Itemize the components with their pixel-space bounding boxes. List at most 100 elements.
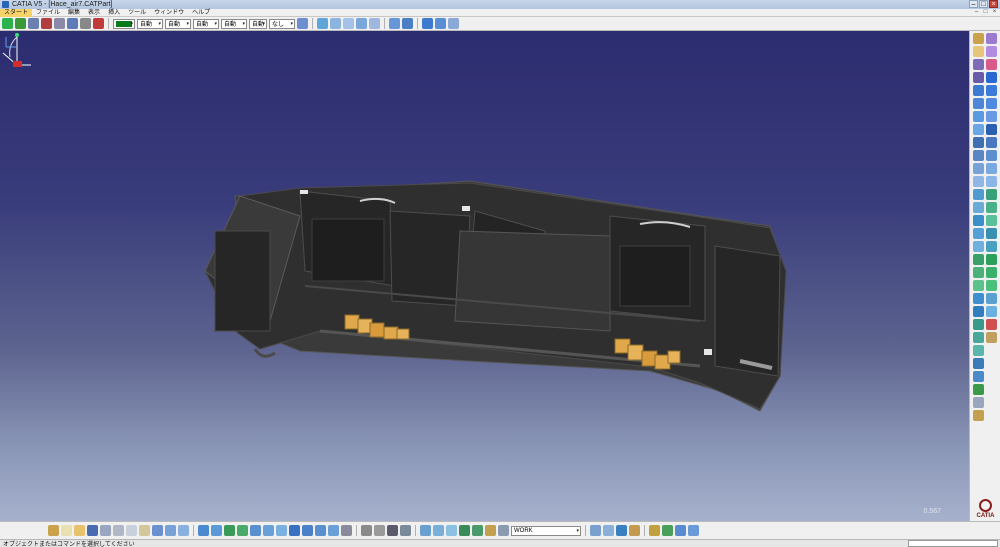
formula-icon[interactable] (435, 18, 446, 29)
chamfer-icon[interactable] (986, 176, 997, 187)
pattern-part-icon[interactable] (986, 267, 997, 278)
grid-snap-icon[interactable] (420, 525, 431, 536)
pattern-icon[interactable] (343, 18, 354, 29)
menu-help[interactable]: ヘルプ (188, 9, 214, 17)
open-icon[interactable] (74, 525, 85, 536)
grid-icon[interactable] (369, 18, 380, 29)
hide-show-icon[interactable] (328, 525, 339, 536)
lock-icon[interactable] (485, 525, 496, 536)
connect-icon[interactable] (973, 319, 984, 330)
options-icon[interactable] (374, 525, 385, 536)
rotate-view-icon[interactable] (237, 525, 248, 536)
menu-file[interactable]: ファイル (32, 9, 64, 17)
pad-icon[interactable] (986, 33, 997, 44)
transparency-combo[interactable]: 自動 ▾ (137, 18, 163, 29)
boundary-icon[interactable] (973, 202, 984, 213)
zoom-in-icon[interactable] (250, 525, 261, 536)
doc-close-button[interactable]: × (991, 9, 998, 16)
print-icon[interactable] (100, 525, 111, 536)
fit-all-icon[interactable] (211, 525, 222, 536)
fly-mode-icon[interactable] (198, 525, 209, 536)
select-icon[interactable] (2, 18, 13, 29)
menu-start[interactable]: スタート (0, 8, 33, 17)
inertia-icon[interactable] (616, 525, 627, 536)
assemble-icon[interactable] (986, 306, 997, 317)
measure-between-icon[interactable] (603, 525, 614, 536)
doc-minimize-button[interactable]: – (973, 9, 980, 16)
workbench-icon[interactable] (48, 525, 59, 536)
iso-view-icon[interactable] (302, 525, 313, 536)
extrude-icon[interactable] (973, 85, 984, 96)
product-icon[interactable] (973, 371, 984, 382)
extract-icon[interactable] (973, 215, 984, 226)
snapshot-icon[interactable] (400, 525, 411, 536)
remove-icon[interactable] (986, 319, 997, 330)
visualization-icon[interactable] (973, 397, 984, 408)
doc-restore-button[interactable]: □ (982, 9, 989, 16)
split-icon[interactable] (973, 176, 984, 187)
cut-icon[interactable] (113, 525, 124, 536)
catalog-icon[interactable] (54, 18, 65, 29)
sweep-icon[interactable] (973, 111, 984, 122)
rib-icon[interactable] (986, 98, 997, 109)
snap-icon[interactable] (28, 18, 39, 29)
move-icon[interactable] (15, 18, 26, 29)
render-style-combo[interactable]: 自動 ▾ (249, 18, 267, 29)
knowledge-advisor-icon[interactable] (649, 525, 660, 536)
rotate-icon[interactable] (973, 254, 984, 265)
menu-window[interactable]: ウィンドウ (150, 9, 188, 17)
thickness-icon[interactable] (986, 202, 997, 213)
solid-combine-icon[interactable] (986, 150, 997, 161)
capture-icon[interactable] (387, 525, 398, 536)
layer-combo[interactable]: WORK ▾ (511, 525, 581, 536)
reaction-icon[interactable] (662, 525, 673, 536)
sync-icon[interactable] (472, 525, 483, 536)
undo-icon[interactable] (152, 525, 163, 536)
knowledge-icon[interactable] (422, 18, 433, 29)
whats-this-icon[interactable] (178, 525, 189, 536)
3d-viewport[interactable]: 0.567 (0, 31, 969, 521)
surface-check-icon[interactable] (973, 345, 984, 356)
multi-pad-icon[interactable] (986, 137, 997, 148)
paint-icon[interactable] (297, 18, 308, 29)
menu-view[interactable]: 表示 (84, 9, 104, 17)
pocket-icon[interactable] (986, 46, 997, 57)
plane-icon[interactable] (973, 72, 984, 83)
scale-icon[interactable] (973, 280, 984, 291)
tools-icon[interactable] (361, 525, 372, 536)
pan-icon[interactable] (224, 525, 235, 536)
sketcher-icon[interactable] (973, 33, 984, 44)
compass-toggle-icon[interactable] (433, 525, 444, 536)
apply-icon[interactable] (459, 525, 470, 536)
replace-face-icon[interactable] (986, 241, 997, 252)
menu-insert[interactable]: 挿入 (104, 9, 124, 17)
swap-visible-icon[interactable] (341, 525, 352, 536)
redo-icon[interactable] (165, 525, 176, 536)
maximize-button[interactable]: □ (979, 0, 988, 8)
filter-icon[interactable] (498, 525, 509, 536)
3d-axis-icon[interactable] (446, 525, 457, 536)
undo-icon[interactable] (93, 18, 104, 29)
groove-icon[interactable] (986, 72, 997, 83)
material-icon[interactable] (973, 410, 984, 421)
check-icon[interactable] (675, 525, 686, 536)
symmetry-icon[interactable] (973, 267, 984, 278)
remove-face-icon[interactable] (986, 228, 997, 239)
loft-icon[interactable] (973, 124, 984, 135)
fillet-icon[interactable] (973, 228, 984, 239)
curvature-icon[interactable] (973, 332, 984, 343)
revolve-icon[interactable] (973, 98, 984, 109)
analysis-icon[interactable] (973, 306, 984, 317)
command-input[interactable] (908, 540, 998, 547)
color-combo[interactable]: ▾ (113, 18, 135, 29)
line-width-combo[interactable]: 自動 ▾ (165, 18, 191, 29)
layer-filter-combo[interactable]: なし ▾ (269, 18, 295, 29)
close-button[interactable]: × (989, 0, 998, 8)
translate-icon[interactable] (973, 241, 984, 252)
line-type-combo[interactable]: 自動 ▾ (193, 18, 219, 29)
thread-icon[interactable] (986, 215, 997, 226)
new-icon[interactable] (61, 525, 72, 536)
copy-icon[interactable] (126, 525, 137, 536)
measure-icon[interactable] (41, 18, 52, 29)
edge-fillet-icon[interactable] (986, 163, 997, 174)
